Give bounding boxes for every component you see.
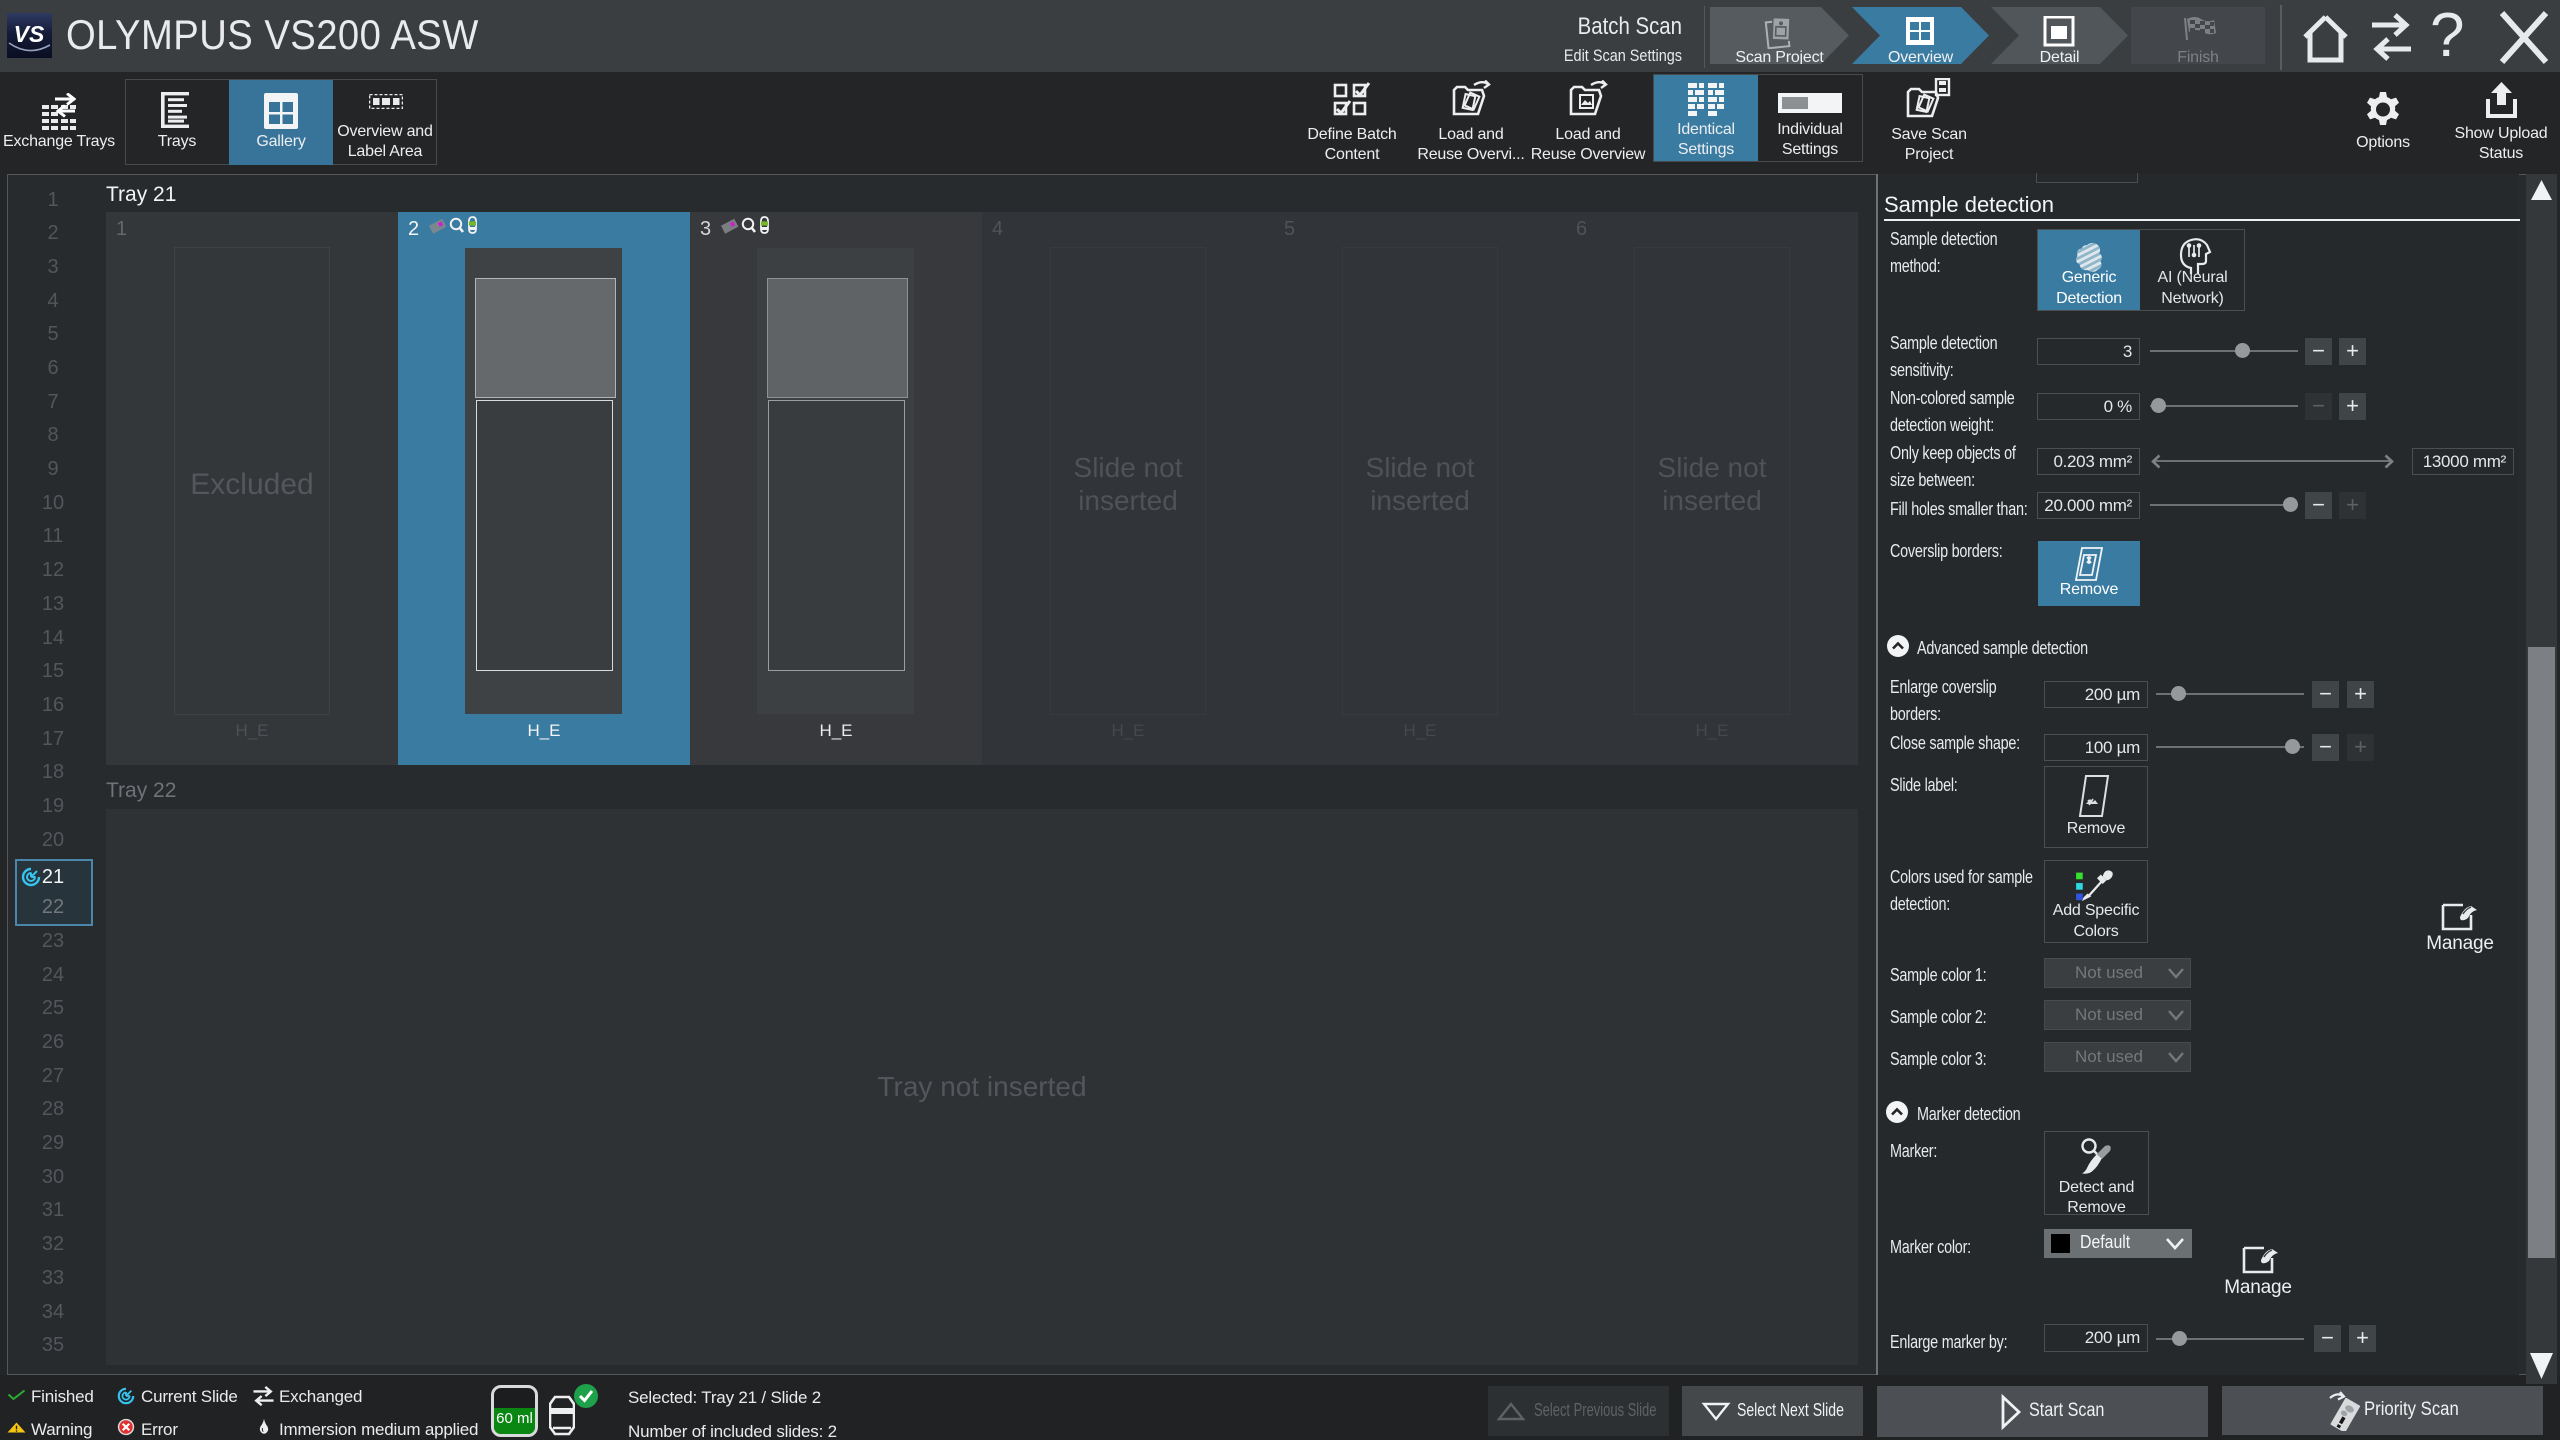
svg-text:VS: VS [14,21,45,47]
